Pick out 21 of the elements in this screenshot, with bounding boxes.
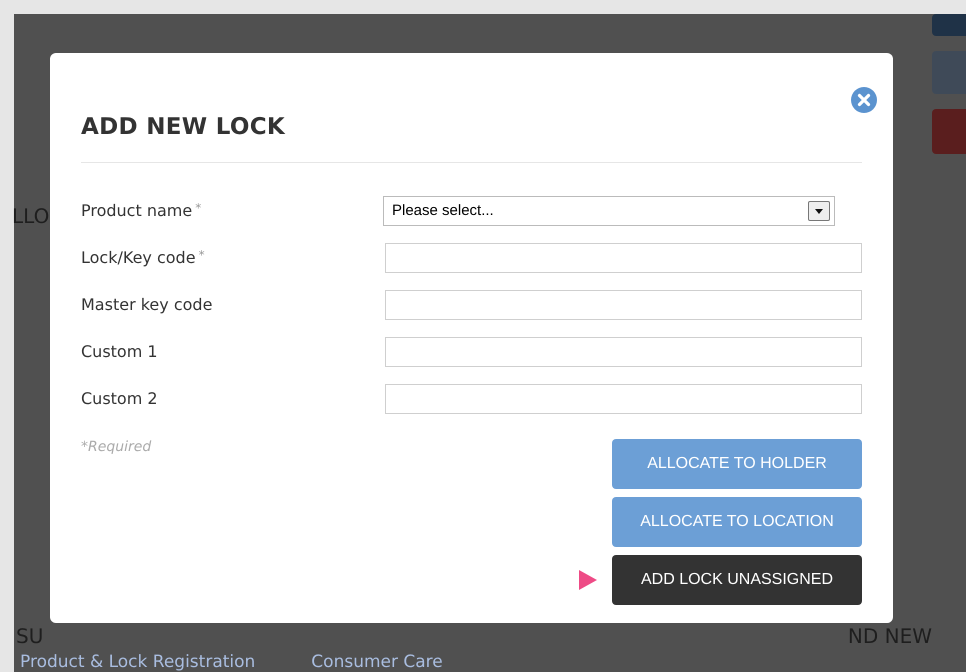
field-label: Master key code bbox=[81, 295, 214, 314]
caret-icon bbox=[808, 200, 830, 220]
field-label: Lock/Key code * bbox=[81, 248, 206, 267]
side-tab[interactable] bbox=[932, 14, 966, 36]
close-icon[interactable] bbox=[850, 86, 878, 114]
product-select[interactable]: Please select... bbox=[383, 196, 835, 226]
input-field[interactable] bbox=[385, 384, 862, 414]
field-label: Product name * bbox=[81, 201, 202, 220]
field-label: Custom 2 bbox=[81, 389, 159, 408]
action-button[interactable]: ADD LOCK UNASSIGNED bbox=[612, 555, 862, 605]
field-label: Custom 1 bbox=[81, 342, 159, 361]
footer-link[interactable]: Product & Lock Registration bbox=[20, 652, 256, 672]
action-button[interactable]: ALLOCATE TO HOLDER bbox=[612, 439, 862, 489]
input-field[interactable] bbox=[385, 290, 862, 320]
input-field[interactable] bbox=[385, 336, 862, 366]
action-button[interactable]: ALLOCATE TO LOCATION bbox=[612, 497, 862, 547]
input-field[interactable] bbox=[385, 242, 862, 272]
dialog-title: ADD NEW LOCK bbox=[81, 114, 286, 140]
side-tab[interactable] bbox=[932, 109, 966, 154]
required-note: *Required bbox=[81, 439, 152, 455]
footer-link[interactable]: Consumer Care bbox=[311, 652, 443, 672]
